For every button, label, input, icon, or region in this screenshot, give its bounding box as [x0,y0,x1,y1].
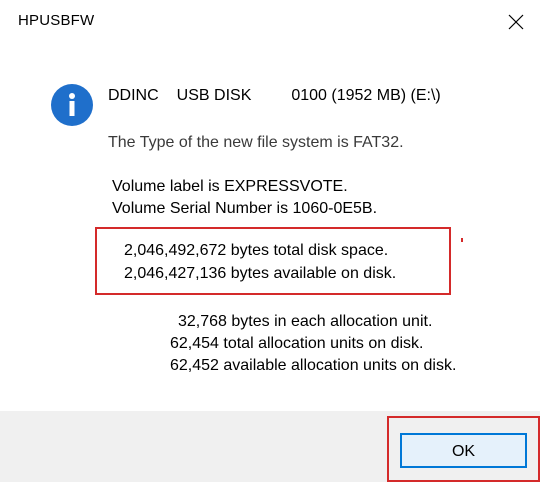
disk-space-highlight [95,227,451,295]
volume-serial-text: Volume Serial Number is 1060-0E5B. [112,200,378,217]
total-disk-space-text: 2,046,492,672 bytes total disk space. [124,242,389,259]
total-allocation-units-text: 62,454 total allocation units on disk. [170,335,424,352]
available-disk-space-text: 2,046,427,136 bytes available on disk. [124,265,397,282]
ok-button[interactable]: OK [400,433,527,468]
available-allocation-units-text: 62,452 available allocation units on dis… [170,357,457,374]
info-icon [51,84,93,126]
window-title: HPUSBFW [18,12,95,29]
close-icon [508,14,524,30]
close-button[interactable] [500,6,532,38]
title-bar: HPUSBFW [0,0,540,44]
volume-label-text: Volume label is EXPRESSVOTE. [112,178,348,195]
drive-info: 0100 (1952 MB) (E:\) [291,87,441,104]
filesystem-type-text: The Type of the new file system is FAT32… [108,134,404,151]
drive-description: DDINC USB DISK 0100 (1952 MB) (E:\) [108,86,441,106]
annotation-mark [461,238,463,242]
drive-model: USB DISK [176,87,252,104]
allocation-unit-size-text: 32,768 bytes in each allocation unit. [178,313,433,330]
drive-vendor: DDINC [108,87,159,104]
